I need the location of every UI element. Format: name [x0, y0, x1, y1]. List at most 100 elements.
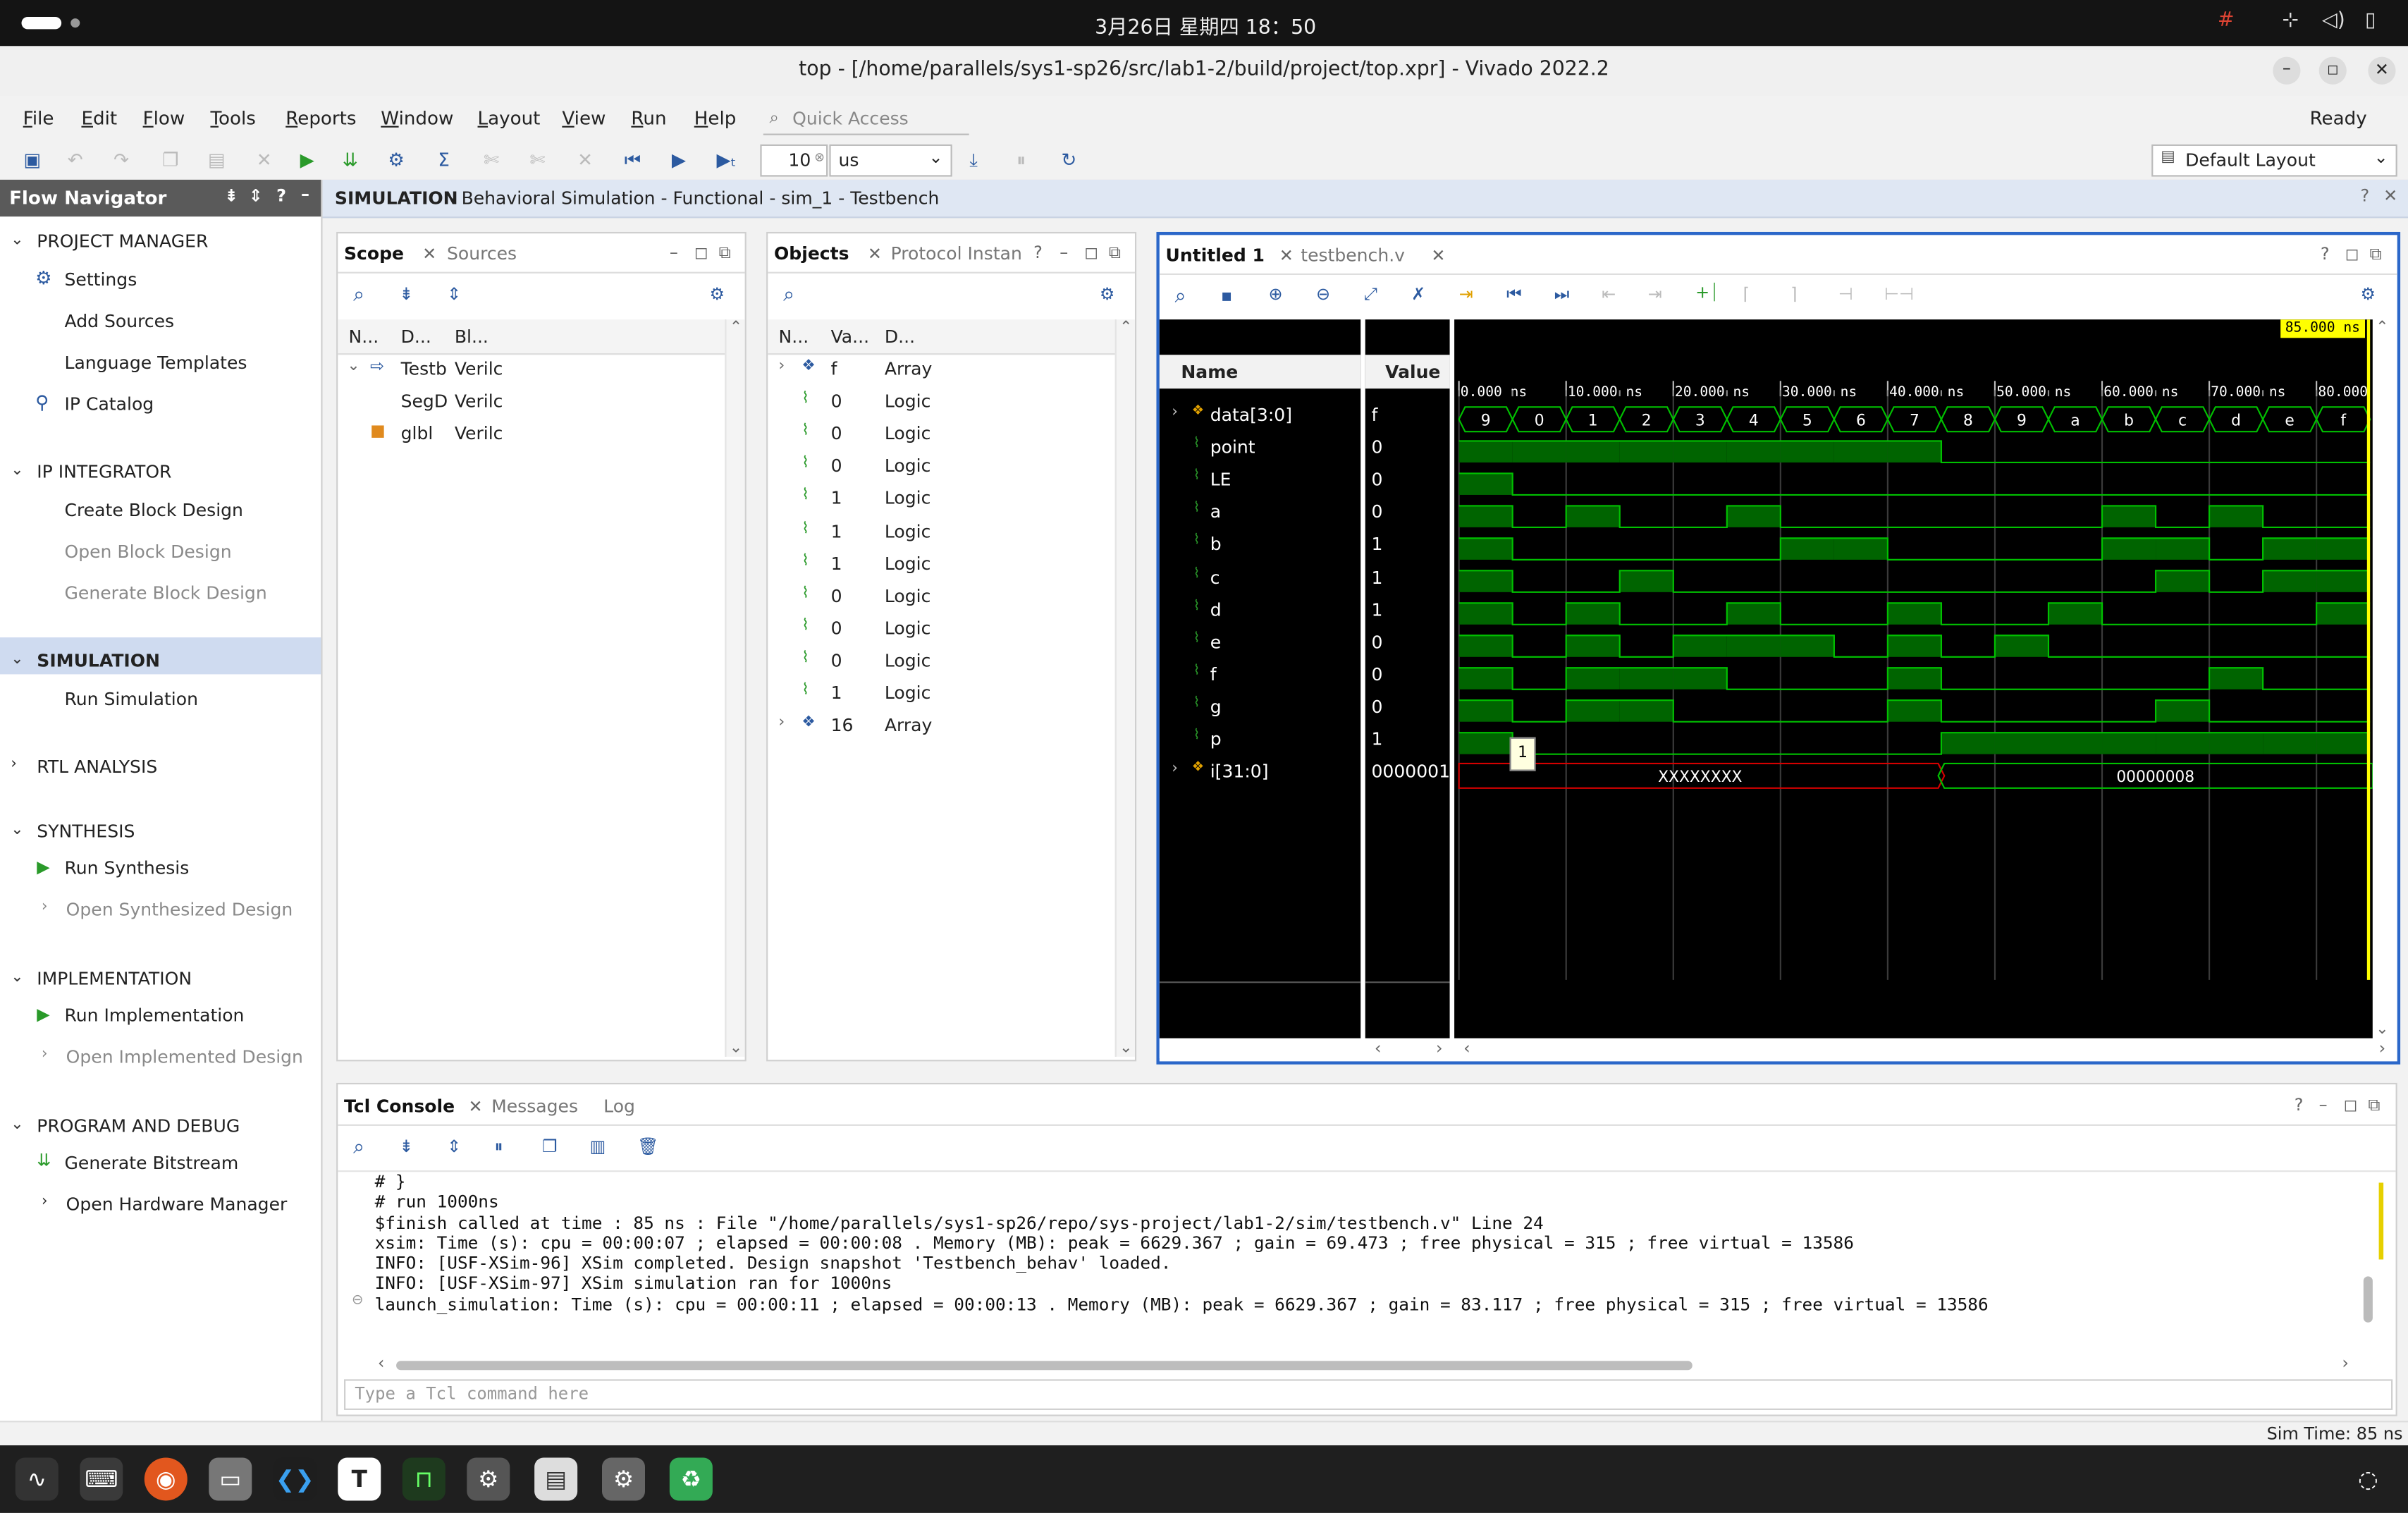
open-project-icon[interactable]: ▣ [21, 149, 42, 170]
chevron-left-icon[interactable]: ‹ [1463, 1039, 1470, 1058]
copy-icon[interactable]: ❐ [542, 1137, 558, 1156]
gear-icon[interactable]: ⚙ [709, 284, 725, 304]
section-rtl-analysis[interactable]: RTL ANALYSIS [37, 756, 157, 778]
chevron-right-icon[interactable]: › [1172, 404, 1178, 421]
chevron-down-icon[interactable]: ⌄ [11, 463, 23, 479]
tab-objects[interactable]: Objects [774, 243, 849, 264]
section-simulation[interactable]: SIMULATION [37, 650, 160, 672]
nav-open-hardware-manager[interactable]: Open Hardware Manager [66, 1194, 288, 1215]
gear-icon[interactable]: ⚙ [1100, 284, 1115, 304]
expand-all-icon[interactable]: ⇕ [447, 1137, 461, 1156]
console-output[interactable]: # } # run 1000ns $finish called at time : … [375, 1172, 2356, 1356]
float-panel-icon[interactable]: ⧉ [2370, 244, 2382, 265]
waveform-viewer-icon[interactable]: ⊓ [402, 1457, 446, 1501]
restart-sim-icon[interactable]: ⏮ [622, 149, 644, 170]
nav-run-simulation[interactable]: Run Simulation [64, 688, 197, 709]
chevron-down-icon[interactable]: ⌄ [2376, 1022, 2388, 1039]
section-synthesis[interactable]: SYNTHESIS [37, 820, 135, 841]
battery-icon[interactable]: ▯ [2365, 9, 2376, 32]
search-icon[interactable]: ⌕ [353, 1137, 364, 1160]
help-icon[interactable]: ? [2321, 244, 2330, 264]
nav-open-implemented-design[interactable]: Open Implemented Design [66, 1046, 303, 1068]
zoom-fit-icon[interactable]: ⤢ [1364, 284, 1377, 305]
maximize-panel-icon[interactable]: ◻ [1084, 243, 1098, 262]
terminal-icon[interactable]: ⌨ [80, 1457, 123, 1501]
goto-end-icon[interactable]: ⏭ [1554, 284, 1570, 305]
goto-cursor-icon[interactable]: ⇥ [1459, 284, 1473, 304]
zoom-out-icon[interactable]: ⊖ [1316, 284, 1330, 304]
prev-transition-icon[interactable]: ⇤ [1602, 284, 1616, 304]
chevron-right-icon[interactable]: › [779, 358, 785, 375]
nav-add-sources[interactable]: Add Sources [64, 310, 174, 332]
collapse-all-icon[interactable]: ⇟ [399, 1137, 413, 1156]
scrollbar[interactable]: ⌃ ⌄ [725, 319, 745, 1057]
collapse-all-icon[interactable]: ⇟ [224, 186, 238, 206]
nav-ip-catalog[interactable]: IP Catalog [64, 393, 154, 415]
section-ip-integrator[interactable]: IP INTEGRATOR [37, 461, 171, 483]
chevron-down-icon[interactable]: ⌄ [347, 358, 360, 375]
float-panel-icon[interactable]: ⧉ [1109, 243, 1121, 264]
waveform-svg[interactable]: 0.000 ns 10.000 ns 20.000 ns 30.000 ns 40.00… [1454, 319, 2373, 1039]
chevron-right-icon[interactable]: › [42, 1194, 48, 1211]
pause-output-icon[interactable]: ⏸ [494, 1137, 503, 1158]
close-icon[interactable]: ✕ [2383, 186, 2397, 206]
menu-layout[interactable]: Layout [478, 107, 541, 128]
collapse-all-icon[interactable]: ⇟ [399, 284, 413, 304]
relaunch-icon[interactable]: ↻ [1058, 149, 1080, 170]
console-hscrollbar[interactable]: ‹ › [378, 1353, 2359, 1375]
search-icon[interactable]: ⌕ [783, 284, 794, 307]
nav-settings[interactable]: Settings [64, 269, 137, 290]
menu-tools[interactable]: Tools [210, 107, 255, 128]
wave-hscrollbar[interactable]: ‹ › ‹ › [1159, 1038, 2395, 1059]
tab-scope[interactable]: Scope [344, 243, 404, 264]
tab-untitled-1[interactable]: Untitled 1 [1166, 244, 1265, 265]
chevron-up-icon[interactable]: ⌃ [1119, 319, 1132, 336]
minimize-panel-icon[interactable]: – [2319, 1095, 2328, 1115]
help-icon[interactable]: ? [2360, 186, 2369, 206]
close-icon[interactable]: ✕ [468, 1096, 482, 1116]
nav-run-implementation[interactable]: Run Implementation [64, 1005, 244, 1027]
menu-edit[interactable]: Edit [81, 107, 117, 128]
float-panel-icon[interactable]: ⧉ [2368, 1095, 2380, 1117]
search-icon[interactable]: ⌕ [1175, 286, 1186, 309]
value-column-header[interactable]: Value [1385, 361, 1440, 382]
chevron-right-icon[interactable]: › [11, 756, 17, 773]
text-editor-icon[interactable]: T [338, 1457, 381, 1501]
minimize-panel-icon[interactable]: – [1059, 243, 1068, 262]
tcl-command-input[interactable]: Type a Tcl command here [343, 1379, 2393, 1410]
menu-flow[interactable]: Flow [143, 107, 185, 128]
document-viewer-icon[interactable]: ▤ [534, 1457, 578, 1501]
chevron-right-icon[interactable]: › [42, 898, 48, 915]
run-time-input[interactable]: 10 ⊗ [760, 144, 828, 177]
float-panel-icon[interactable]: ⧉ [719, 243, 731, 264]
nav-create-block-design[interactable]: Create Block Design [64, 499, 242, 520]
disabled-tool-icon-3[interactable]: ✕ [575, 149, 596, 170]
minimize-panel-icon[interactable]: ◻ [2345, 244, 2359, 264]
section-program-and-debug[interactable]: PROGRAM AND DEBUG [37, 1115, 240, 1137]
chevron-right-icon[interactable]: › [779, 714, 785, 731]
menu-view[interactable]: View [562, 107, 606, 128]
swap-cursors-icon[interactable]: ⊣ [1838, 284, 1853, 304]
chevron-down-icon[interactable]: ⌄ [11, 969, 23, 986]
tab-tcl-console[interactable]: Tcl Console [344, 1095, 455, 1117]
quick-access-search[interactable]: ⌕ Quick Access [763, 103, 969, 135]
copy-icon[interactable]: ❐ [160, 149, 181, 170]
run-icon[interactable]: ▶ [296, 149, 317, 170]
minimize-button[interactable]: – [2273, 56, 2301, 85]
clear-icon[interactable]: ⊗ [814, 150, 825, 164]
disabled-tool-icon-2[interactable]: ✄ [527, 149, 548, 170]
columns-icon[interactable]: ▥ [590, 1137, 606, 1156]
tab-testbench-v[interactable]: testbench.v [1301, 244, 1405, 265]
goto-start-icon[interactable]: ⏮ [1506, 284, 1522, 305]
nav-run-synthesis[interactable]: Run Synthesis [64, 857, 189, 879]
disabled-tool-icon[interactable]: ✄ [481, 149, 503, 170]
run-unit-select[interactable]: us ⌄ [829, 144, 952, 177]
section-implementation[interactable]: IMPLEMENTATION [37, 967, 192, 989]
undo-icon[interactable]: ↶ [64, 149, 85, 170]
tab-protocol-instances[interactable]: Protocol Instan [891, 243, 1022, 264]
chevron-right-icon[interactable]: › [1172, 761, 1178, 778]
run-all-icon[interactable]: ▶ [668, 149, 689, 170]
program-device-icon[interactable]: ⇊ [339, 149, 360, 170]
nav-generate-block-design[interactable]: Generate Block Design [64, 582, 266, 604]
chevron-up-icon[interactable]: ⌃ [2376, 319, 2388, 336]
